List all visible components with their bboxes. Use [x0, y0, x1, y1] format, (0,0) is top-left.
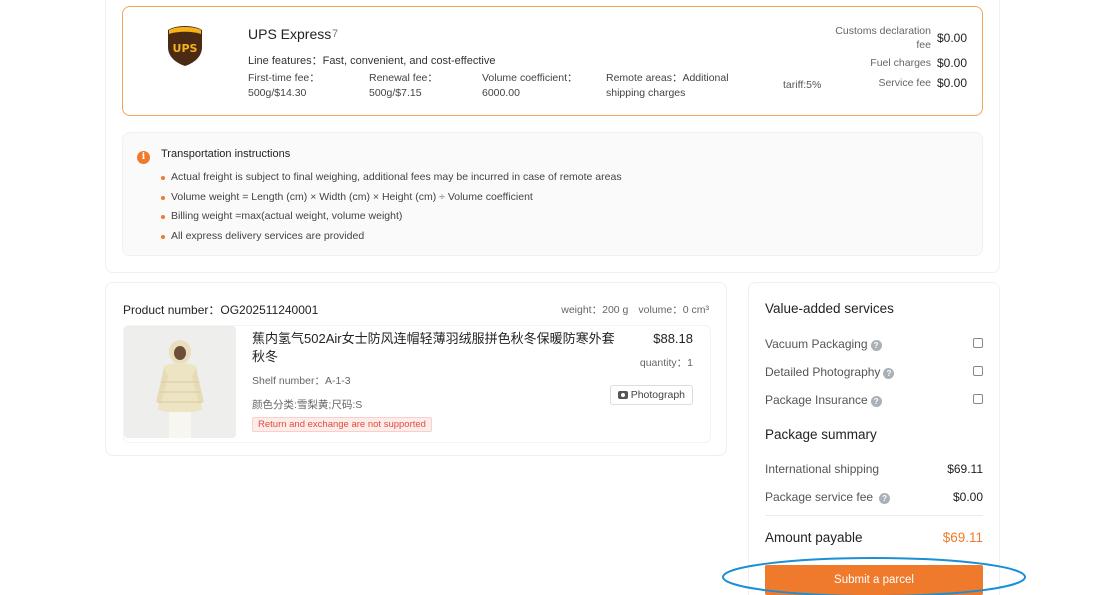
- vacuum-packaging-checkbox[interactable]: [973, 338, 983, 348]
- renewal-fee-value: 500g/$7.15: [369, 87, 422, 99]
- fuel-charges-value: $0.00: [937, 56, 968, 70]
- instruction-item: Billing weight =max(actual weight, volum…: [161, 207, 622, 227]
- photograph-button[interactable]: Photograph: [609, 385, 693, 405]
- package-service-fee-row: Package service fee?: [765, 490, 891, 504]
- package-service-fee-value: $0.00: [952, 490, 983, 504]
- international-shipping-label: International shipping: [765, 462, 880, 476]
- help-icon[interactable]: ?: [883, 368, 895, 379]
- service-fee-label: Service fee: [878, 77, 931, 89]
- product-image: [124, 326, 236, 438]
- help-icon[interactable]: ?: [870, 396, 882, 407]
- customs-fee-value: $0.00: [937, 31, 968, 45]
- shipping-method-name: UPS Express: [248, 26, 332, 42]
- value-added-title: Value-added services: [765, 301, 894, 316]
- volume-coefficient-label: Volume coefficient：: [482, 72, 578, 84]
- product-weight: weight：200 g: [561, 304, 629, 316]
- remote-areas: Remote areas：Additional shipping charges: [606, 71, 746, 101]
- package-service-fee-label: Package service fee: [765, 490, 874, 504]
- renewal-fee-label: Renewal fee：: [369, 72, 438, 84]
- remote-areas-line1: Remote areas：Additional: [606, 72, 729, 84]
- help-icon[interactable]: ?: [879, 493, 891, 504]
- product-attributes: 颜色分类:雪梨黄;尺码:S: [252, 399, 363, 411]
- help-icon[interactable]: ?: [870, 340, 882, 351]
- ups-logo-text: UPS: [173, 42, 198, 55]
- customs-fee-label: Customs declaration fee: [835, 25, 931, 51]
- vacuum-packaging-label: Vacuum Packaging: [765, 337, 868, 351]
- instructions-title: Transportation instructions: [161, 148, 291, 160]
- product-title[interactable]: 蕉内氢气502Air女士防风连帽轻薄羽绒服拼色秋冬保暖防寒外套秋冬: [252, 330, 624, 366]
- detailed-photography-label: Detailed Photography: [765, 365, 881, 379]
- amount-payable-value: $69.11: [942, 530, 983, 545]
- instructions-list: Actual freight is subject to final weigh…: [161, 168, 622, 247]
- submit-parcel-button[interactable]: Submit a parcel: [765, 565, 983, 595]
- product-volume: volume：0 cm³: [638, 304, 709, 316]
- product-meta: weight：200 g volume：0 cm³: [561, 302, 709, 317]
- instruction-item: Actual freight is subject to final weigh…: [161, 168, 622, 188]
- product-quantity: quantity：1: [639, 357, 693, 369]
- package-insurance-checkbox[interactable]: [973, 394, 983, 404]
- ups-logo: UPS: [168, 26, 202, 66]
- international-shipping-value: $69.11: [947, 462, 983, 476]
- remote-areas-line2: shipping charges: [606, 87, 686, 99]
- product-image-figure: [124, 326, 236, 438]
- instruction-item: Volume weight = Length (cm) × Width (cm)…: [161, 188, 622, 208]
- service-fee-value: $0.00: [937, 76, 968, 90]
- volume-coefficient: Volume coefficient： 6000.00: [482, 71, 578, 101]
- shipping-method-card[interactable]: UPS UPS Express 7 Line features：Fast, co…: [122, 6, 983, 116]
- package-summary-title: Package summary: [765, 427, 877, 442]
- fuel-charges-label: Fuel charges: [870, 57, 931, 69]
- vacuum-packaging-row: Vacuum Packaging?: [765, 337, 882, 351]
- divider: [765, 515, 983, 516]
- transportation-instructions: i Transportation instructions Actual fre…: [122, 132, 983, 256]
- detailed-photography-checkbox[interactable]: [973, 366, 983, 376]
- first-time-fee-value: 500g/$14.30: [248, 87, 307, 99]
- first-time-fee-label: First-time fee：: [248, 72, 320, 84]
- photograph-button-label: Photograph: [630, 389, 685, 401]
- first-time-fee: First-time fee： 500g/$14.30: [248, 71, 320, 101]
- product-number: Product number：OG202511240001: [123, 303, 319, 317]
- product-card: Product number：OG202511240001 weight：200…: [105, 282, 727, 456]
- product-item: 蕉内氢气502Air女士防风连帽轻薄羽绒服拼色秋冬保暖防寒外套秋冬 $88.18…: [123, 325, 711, 443]
- amount-payable-label: Amount payable: [765, 530, 863, 545]
- shelf-number: Shelf number：A-1-3: [252, 375, 351, 387]
- info-icon: i: [137, 151, 150, 164]
- package-insurance-row: Package Insurance?: [765, 393, 882, 407]
- product-price: $88.18: [653, 331, 693, 346]
- volume-coefficient-value: 6000.00: [482, 87, 520, 99]
- shipping-method-number: 7: [332, 28, 339, 40]
- renewal-fee: Renewal fee： 500g/$7.15: [369, 71, 438, 101]
- tariff: tariff:5%: [783, 79, 822, 91]
- return-policy-tag: Return and exchange are not supported: [252, 417, 432, 432]
- line-features: Line features：Fast, convenient, and cost…: [248, 55, 496, 67]
- detailed-photography-row: Detailed Photography?: [765, 365, 895, 379]
- instruction-item: All express delivery services are provid…: [161, 227, 622, 247]
- package-insurance-label: Package Insurance: [765, 393, 868, 407]
- camera-icon: [617, 391, 628, 399]
- value-added-panel: Value-added services Vacuum Packaging? D…: [748, 282, 1000, 595]
